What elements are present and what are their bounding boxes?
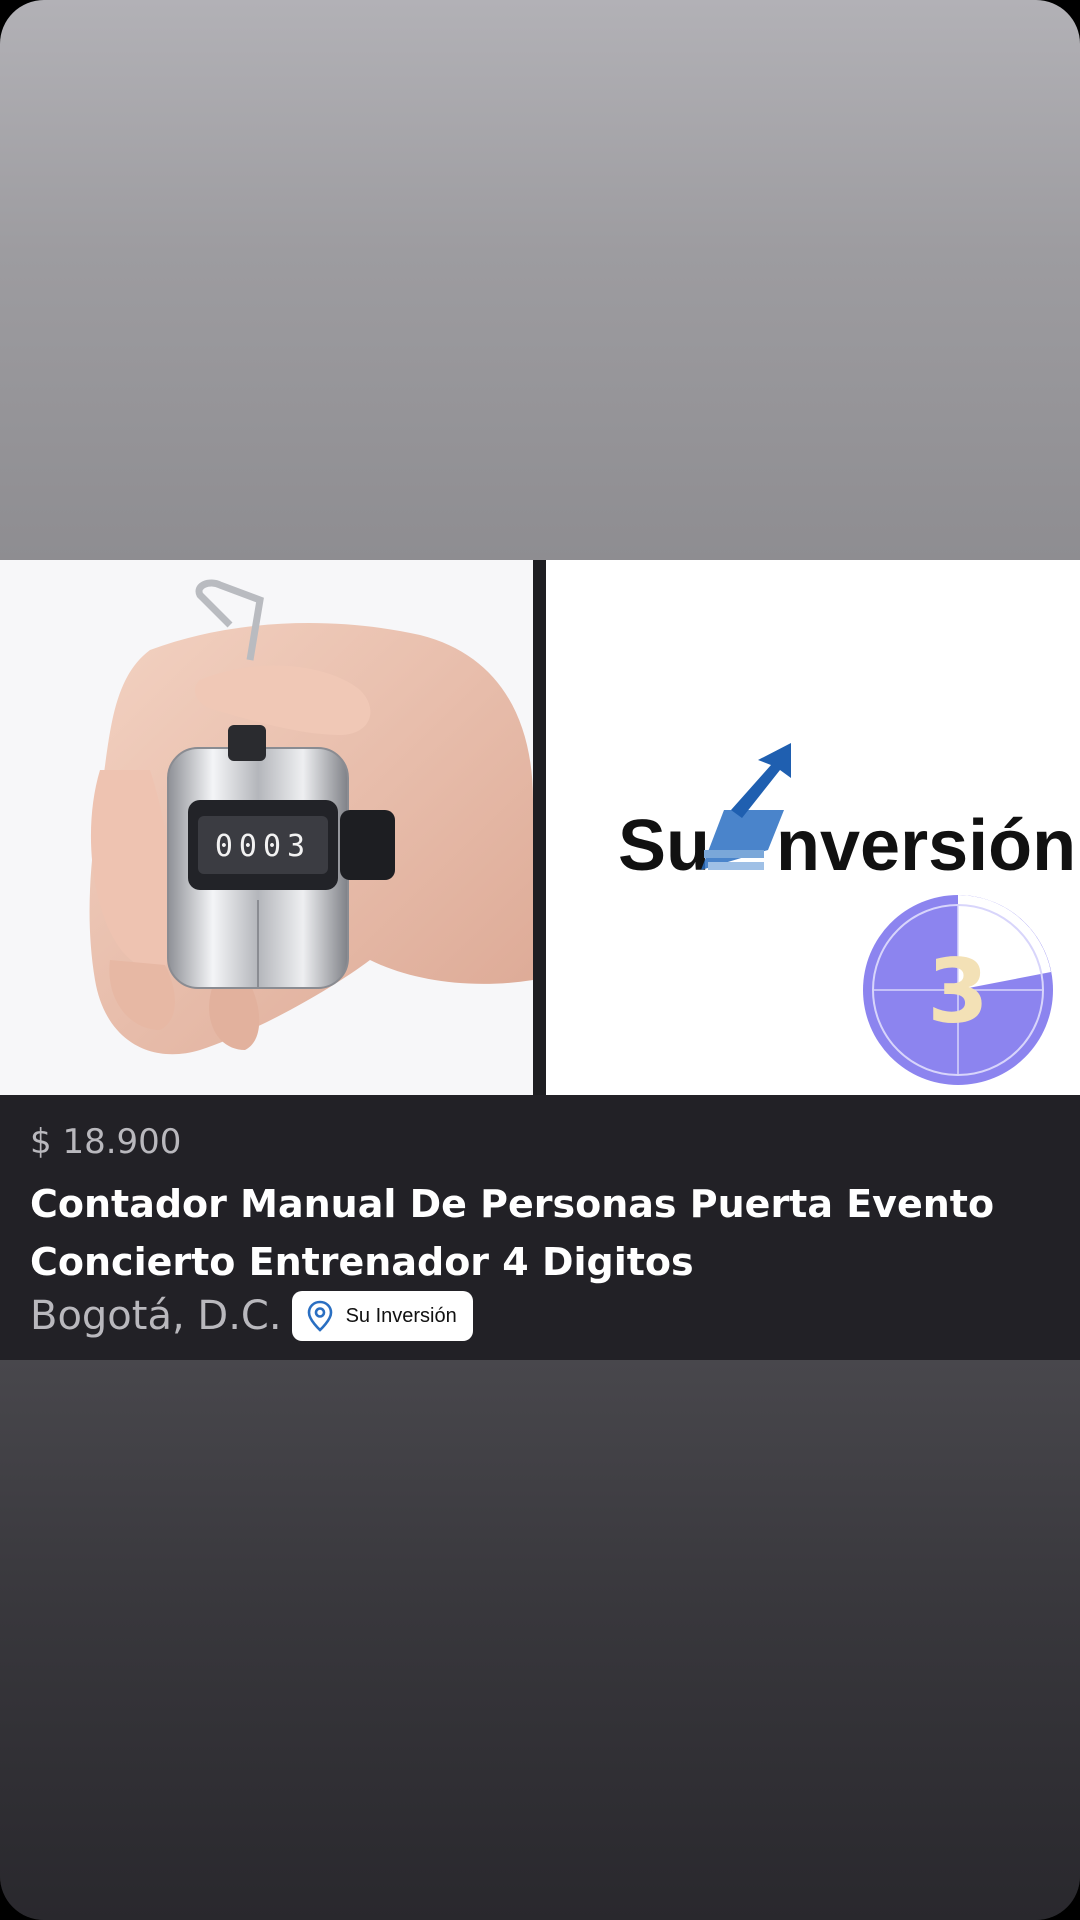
seller-chip[interactable]: Su Inversión: [291, 1291, 473, 1341]
listing-location: Bogotá, D.C.: [30, 1293, 282, 1339]
story-screen: 0003 Su nversión 3 $ 18.900 Contador Man…: [0, 0, 1080, 1920]
product-media[interactable]: 0003 Su nversión 3: [0, 560, 1080, 1095]
location-pin-icon: [307, 1300, 332, 1332]
tally-counter-illustration: 0003: [0, 560, 533, 1095]
location-row: Bogotá, D.C. Su Inversión: [30, 1291, 473, 1341]
background-bottom: [0, 1360, 1080, 1920]
countdown-badge: 3: [863, 895, 1053, 1085]
logo-text-nversion: nversión: [776, 806, 1076, 886]
product-photo-counter: 0003: [0, 560, 533, 1095]
background-top: [0, 0, 1080, 560]
listing-price: $ 18.900: [30, 1122, 182, 1162]
counter-display-digits: 0003: [215, 829, 311, 864]
listing-info[interactable]: $ 18.900 Contador Manual De Personas Pue…: [0, 1095, 1080, 1360]
logo-text-su: Su: [618, 806, 710, 886]
su-inversion-logo: Su nversión 3: [546, 560, 1080, 1095]
seller-logo-image: Su nversión 3: [546, 560, 1080, 1095]
seller-name: Su Inversión: [345, 1304, 457, 1327]
listing-title: Contador Manual De Personas Puerta Event…: [30, 1182, 995, 1284]
badge-number: 3: [927, 940, 988, 1043]
